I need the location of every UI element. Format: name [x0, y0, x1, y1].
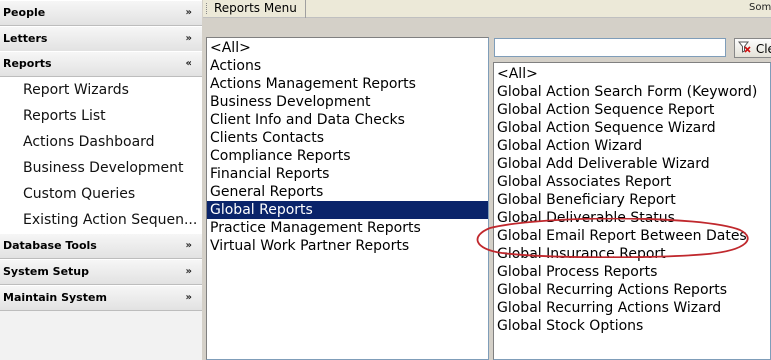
- section-label: Reports: [3, 57, 52, 70]
- chevron-down-icon: »: [185, 266, 193, 277]
- sidebar-empty-area: [0, 311, 202, 360]
- category-item-clients-contacts[interactable]: Clients Contacts: [207, 129, 488, 147]
- clear-button-label: Cle: [755, 41, 771, 56]
- category-item-global-reports[interactable]: Global Reports: [207, 201, 488, 219]
- section-header-reports[interactable]: Reports «: [0, 51, 202, 77]
- submenu-item-existing-action-sequence[interactable]: Existing Action Sequen...: [23, 207, 197, 233]
- category-item-client-info-and-data-checks[interactable]: Client Info and Data Checks: [207, 111, 488, 129]
- section-header-maintain-system[interactable]: Maintain System »: [0, 285, 202, 311]
- category-item-financial-reports[interactable]: Financial Reports: [207, 165, 488, 183]
- reports-menu-title[interactable]: Reports Menu: [214, 0, 306, 18]
- report-item-global-action-wizard[interactable]: Global Action Wizard: [494, 137, 770, 155]
- section-label: System Setup: [3, 265, 89, 278]
- report-item-global-deliverable-status[interactable]: Global Deliverable Status: [494, 209, 770, 227]
- report-item-all[interactable]: <All>: [494, 65, 770, 83]
- category-item-general-reports[interactable]: General Reports: [207, 183, 488, 201]
- submenu-item-reports-list[interactable]: Reports List: [23, 103, 106, 129]
- section-label: People: [3, 6, 46, 19]
- submenu-item-actions-dashboard[interactable]: Actions Dashboard: [23, 129, 155, 155]
- chevron-down-icon: »: [185, 292, 193, 303]
- toolbar-grip[interactable]: [206, 3, 209, 14]
- section-label: Letters: [3, 32, 48, 45]
- clear-filter-button[interactable]: Cle: [734, 38, 771, 58]
- submenu-item-report-wizards[interactable]: Report Wizards: [23, 77, 129, 103]
- report-item-global-action-search-form[interactable]: Global Action Search Form (Keyword): [494, 83, 770, 101]
- report-item-global-action-sequence-report[interactable]: Global Action Sequence Report: [494, 101, 770, 119]
- report-list[interactable]: <All> Global Action Search Form (Keyword…: [493, 62, 771, 360]
- report-category-list[interactable]: <All> Actions Actions Management Reports…: [206, 37, 489, 360]
- submenu-item-custom-queries[interactable]: Custom Queries: [23, 181, 135, 207]
- section-label: Database Tools: [3, 239, 97, 252]
- section-header-system-setup[interactable]: System Setup »: [0, 259, 202, 285]
- report-item-global-stock-options[interactable]: Global Stock Options: [494, 317, 770, 335]
- chevron-up-icon: «: [185, 58, 193, 69]
- reports-submenu: Report Wizards Reports List Actions Dash…: [0, 77, 202, 233]
- category-item-business-development[interactable]: Business Development: [207, 93, 488, 111]
- section-header-database-tools[interactable]: Database Tools »: [0, 233, 202, 259]
- report-item-global-add-deliverable-wizard[interactable]: Global Add Deliverable Wizard: [494, 155, 770, 173]
- category-item-virtual-work-partner-reports[interactable]: Virtual Work Partner Reports: [207, 237, 488, 255]
- report-item-global-email-report-between-dates[interactable]: Global Email Report Between Dates: [494, 227, 770, 245]
- chevron-down-icon: »: [185, 7, 193, 18]
- report-item-global-action-sequence-wizard[interactable]: Global Action Sequence Wizard: [494, 119, 770, 137]
- category-item-actions-management-reports[interactable]: Actions Management Reports: [207, 75, 488, 93]
- section-header-people[interactable]: People »: [0, 0, 202, 26]
- report-item-global-recurring-actions-wizard[interactable]: Global Recurring Actions Wizard: [494, 299, 770, 317]
- report-item-global-associates-report[interactable]: Global Associates Report: [494, 173, 770, 191]
- menu-toolbar: Reports Menu Som: [203, 0, 771, 18]
- category-item-all[interactable]: <All>: [207, 39, 488, 57]
- report-item-global-recurring-actions-reports[interactable]: Global Recurring Actions Reports: [494, 281, 770, 299]
- report-item-global-process-reports[interactable]: Global Process Reports: [494, 263, 770, 281]
- navigation-sidebar: People » Letters » Reports « Report Wiza…: [0, 0, 202, 360]
- category-item-actions[interactable]: Actions: [207, 57, 488, 75]
- filter-clear-icon: [737, 40, 751, 58]
- category-item-compliance-reports[interactable]: Compliance Reports: [207, 147, 488, 165]
- chevron-down-icon: »: [185, 33, 193, 44]
- report-item-global-beneficiary-report[interactable]: Global Beneficiary Report: [494, 191, 770, 209]
- section-label: Maintain System: [3, 291, 107, 304]
- submenu-item-business-development[interactable]: Business Development: [23, 155, 183, 181]
- category-item-practice-management-reports[interactable]: Practice Management Reports: [207, 219, 488, 237]
- chevron-down-icon: »: [185, 240, 193, 251]
- section-header-letters[interactable]: Letters »: [0, 26, 202, 52]
- report-search-input[interactable]: [494, 38, 726, 57]
- toolbar-cut-off-label: Som: [749, 2, 771, 13]
- report-item-global-insurance-report[interactable]: Global Insurance Report: [494, 245, 770, 263]
